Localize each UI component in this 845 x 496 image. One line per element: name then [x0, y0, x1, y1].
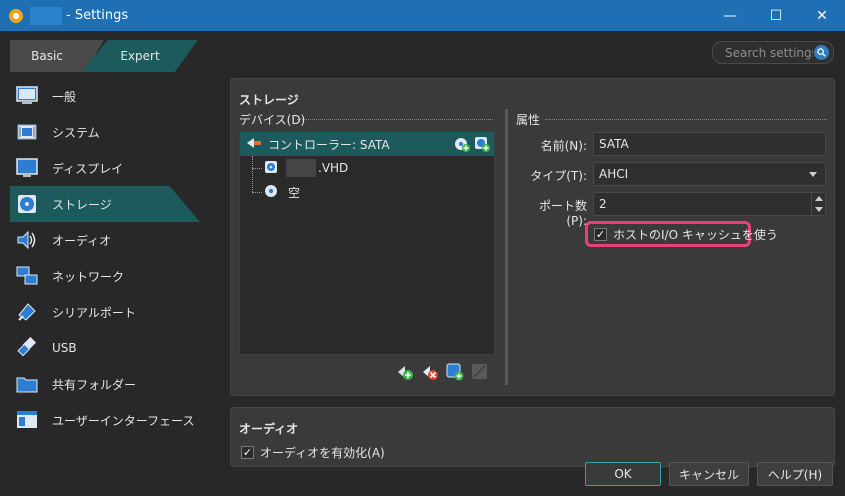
enable-audio-label: オーディオを有効化(A)	[260, 446, 385, 460]
search-icon[interactable]	[814, 45, 829, 60]
sidebar-item-network[interactable]: ネットワーク	[10, 258, 200, 294]
sidebar-item-label: ストレージ	[52, 197, 112, 212]
sidebar-item-label: USB	[52, 341, 77, 355]
usb-icon	[16, 337, 38, 359]
sidebar-item-label: ユーザーインターフェース	[52, 413, 195, 428]
general-icon	[16, 85, 38, 107]
add-optical-drive-icon[interactable]	[454, 136, 470, 155]
sidebar-item-user-interface[interactable]: ユーザーインターフェース	[10, 402, 200, 438]
name-field[interactable]: SATA	[593, 132, 826, 156]
ok-button[interactable]: OK	[585, 462, 661, 486]
checkbox-check-icon: ✓	[241, 446, 254, 459]
display-icon	[16, 157, 38, 179]
sidebar-item-serial-port[interactable]: シリアルポート	[10, 294, 200, 330]
panel-splitter[interactable]	[505, 109, 508, 385]
sidebar-item-label: システム	[52, 125, 100, 140]
close-button[interactable]: ✕	[799, 0, 845, 31]
window-controls: — ☐ ✕	[707, 0, 845, 31]
network-icon	[16, 265, 38, 287]
sidebar-item-display[interactable]: ディスプレイ	[10, 150, 200, 186]
window-title: - Settings	[66, 8, 129, 23]
tree-row-disk[interactable]: .VHD	[264, 156, 348, 180]
search-input[interactable]	[725, 45, 813, 60]
tree-connector	[252, 192, 262, 193]
tree-connector	[252, 168, 262, 169]
type-value: AHCI	[599, 167, 629, 181]
sidebar-item-usb[interactable]: USB	[10, 330, 200, 366]
spin-buttons[interactable]	[811, 193, 825, 215]
hard-disk-icon	[264, 160, 278, 177]
cancel-button[interactable]: キャンセル	[669, 462, 749, 486]
host-io-cache-label: ホストのI/O キャッシュを使う	[613, 228, 778, 242]
port-count-label: ポート数(P):	[538, 199, 587, 228]
add-controller-icon[interactable]	[396, 363, 414, 381]
device-tree[interactable]: コントローラー: SATA .VHD 空	[239, 131, 495, 355]
sidebar-item-shared-folder[interactable]: 共有フォルダー	[10, 366, 200, 402]
controller-label: コントローラー: SATA	[268, 137, 390, 152]
host-io-cache-checkbox[interactable]: ✓ ホストのI/O キャッシュを使う	[594, 226, 778, 243]
tree-row-controller[interactable]: コントローラー: SATA	[240, 132, 494, 156]
name-value: SATA	[599, 137, 629, 151]
checkbox-check-icon: ✓	[594, 228, 607, 241]
sidebar-item-label: ネットワーク	[52, 269, 125, 284]
add-hard-disk-icon[interactable]	[474, 136, 490, 155]
mode-tabs: Basic Expert	[10, 40, 198, 72]
port-count-spinbox[interactable]: 2	[593, 192, 826, 216]
maximize-button[interactable]: ☐	[753, 0, 799, 31]
storage-icon	[16, 193, 38, 215]
app-icon	[8, 7, 24, 24]
attributes-divider	[545, 119, 827, 120]
sidebar-item-audio[interactable]: オーディオ	[10, 222, 200, 258]
enable-audio-checkbox[interactable]: ✓ オーディオを有効化(A)	[241, 444, 385, 461]
sidebar-item-label: オーディオ	[52, 233, 112, 248]
disk-name-redacted	[286, 159, 316, 177]
minimize-button[interactable]: —	[707, 0, 753, 31]
name-label: 名前(N):	[540, 139, 587, 153]
optical-disc-icon	[264, 184, 278, 201]
storage-title: ストレージ	[239, 93, 299, 107]
devices-label: デバイス(D)	[239, 113, 306, 127]
title-bar: - Settings — ☐ ✕	[0, 0, 845, 31]
shared-folder-icon	[16, 373, 38, 395]
audio-icon	[16, 229, 38, 251]
disk-label: .VHD	[318, 161, 349, 175]
audio-title: オーディオ	[239, 422, 299, 436]
title-redacted-name	[30, 6, 62, 25]
system-icon	[16, 121, 38, 143]
sidebar-item-label: 共有フォルダー	[52, 377, 137, 392]
sidebar-item-label: シリアルポート	[52, 305, 136, 320]
remove-attachment-icon[interactable]	[471, 363, 489, 381]
type-label: タイプ(T):	[530, 169, 587, 183]
help-button[interactable]: ヘルプ(H)	[757, 462, 833, 486]
devices-divider	[297, 119, 493, 120]
tree-row-optical[interactable]: 空	[264, 180, 300, 204]
sidebar-item-label: ディスプレイ	[52, 161, 124, 176]
sidebar-item-storage[interactable]: ストレージ	[10, 186, 200, 222]
search-box	[712, 41, 834, 64]
optical-label: 空	[288, 185, 301, 200]
sidebar-item-general[interactable]: 一般	[10, 78, 200, 114]
add-attachment-icon[interactable]	[446, 363, 464, 381]
tree-connector	[252, 156, 253, 192]
port-count-value: 2	[599, 197, 607, 211]
chevron-down-icon	[809, 172, 817, 177]
storage-panel: ストレージ デバイス(D) コントローラー: SATA .VHD 空 属性 名前…	[230, 78, 835, 396]
audio-panel: オーディオ ✓ オーディオを有効化(A)	[230, 407, 835, 467]
sidebar-item-system[interactable]: システム	[10, 114, 200, 150]
sidebar: 一般 システム ディスプレイ ストレージ オーディオ ネットワーク シリアルポー…	[10, 78, 200, 438]
user-interface-icon	[16, 409, 38, 431]
type-select[interactable]: AHCI	[593, 162, 826, 186]
serial-port-icon	[16, 301, 38, 323]
remove-controller-icon[interactable]	[421, 363, 439, 381]
sidebar-item-label: 一般	[52, 89, 77, 104]
attributes-label: 属性	[516, 113, 541, 127]
controller-icon	[246, 136, 262, 153]
